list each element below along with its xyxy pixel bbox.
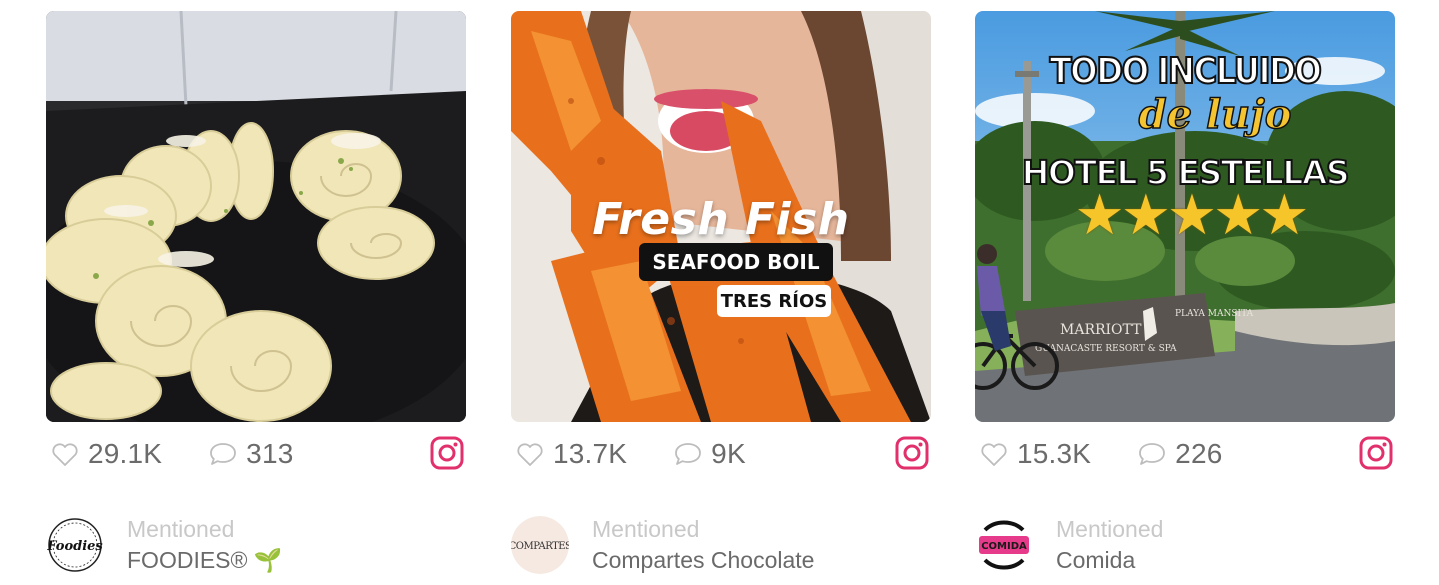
mention-text: Mentioned Compartes Chocolate — [592, 514, 814, 576]
instagram-icon[interactable] — [1359, 436, 1393, 470]
mentioned-label: Mentioned — [127, 516, 235, 542]
heart-outline-icon — [52, 443, 78, 466]
post-grid: 29.1K 313 Foodies Mentioned FOODIES® 🌱 F… — [0, 0, 1439, 585]
comments-stat[interactable]: 226 — [1133, 438, 1222, 470]
post-card[interactable]: 29.1K 313 Foodies Mentioned FOODIES® 🌱 — [46, 11, 466, 585]
account-name[interactable]: FOODIES® 🌱 — [127, 544, 283, 576]
svg-text:COMIDA: COMIDA — [981, 541, 1027, 552]
speech-bubble-icon — [1139, 443, 1166, 465]
post-card[interactable]: Fresh Fish SEAFOOD BOIL TRES RÍOS 13.7K … — [511, 11, 931, 585]
mention-row[interactable]: COMPARTES Mentioned Compartes Chocolate — [511, 514, 931, 576]
seafood-boil-tag: SEAFOOD BOIL — [639, 243, 833, 281]
heart-outline-icon — [981, 443, 1007, 466]
account-name[interactable]: Compartes Chocolate — [592, 544, 814, 576]
mentioned-label: Mentioned — [1056, 516, 1164, 542]
account-name[interactable]: Comida — [1056, 544, 1163, 576]
likes-stat[interactable]: 15.3K — [975, 438, 1091, 470]
svg-text:COMPARTES: COMPARTES — [511, 541, 569, 552]
post-thumbnail[interactable] — [46, 11, 466, 422]
mention-text: Mentioned Comida — [1056, 514, 1163, 576]
svg-text:MARRIOTT: MARRIOTT — [1060, 322, 1142, 338]
star-rating-overlay: ★★★★★ — [1074, 183, 1309, 248]
likes-count: 13.7K — [553, 438, 628, 469]
comments-stat[interactable]: 9K — [669, 438, 746, 470]
compartes-logo: COMPARTES — [511, 516, 569, 574]
headline-overlay: Fresh Fish — [592, 194, 850, 245]
svg-text:GUANACASTE RESORT & SPA: GUANACASTE RESORT & SPA — [1035, 344, 1177, 354]
post-thumbnail[interactable]: Fresh Fish SEAFOOD BOIL TRES RÍOS — [511, 11, 931, 422]
svg-text:Foodies: Foodies — [46, 539, 103, 554]
comida-logo: COMIDA — [975, 516, 1033, 574]
location-tag: TRES RÍOS — [717, 285, 831, 317]
post-stats: 15.3K 226 — [975, 436, 1395, 472]
tag-text: TRES RÍOS — [720, 290, 828, 312]
overlay-line-2: de lujo — [1138, 90, 1292, 139]
svg-text:PLAYA MANSITA: PLAYA MANSITA — [1175, 309, 1254, 319]
comments-count: 313 — [246, 438, 294, 469]
avatar[interactable]: COMIDA — [975, 516, 1033, 574]
pastry-rolls-image — [46, 11, 466, 422]
post-stats: 29.1K 313 — [46, 436, 466, 472]
post-thumbnail[interactable]: MARRIOTT GUANACASTE RESORT & SPA PLAYA M… — [975, 11, 1395, 422]
likes-count: 15.3K — [1017, 438, 1092, 469]
tag-text: SEAFOOD BOIL — [652, 250, 820, 274]
mention-row[interactable]: Foodies Mentioned FOODIES® 🌱 — [46, 514, 466, 576]
likes-stat[interactable]: 29.1K — [46, 438, 162, 470]
instagram-icon[interactable] — [895, 436, 929, 470]
likes-count: 29.1K — [88, 438, 163, 469]
comments-stat[interactable]: 313 — [204, 438, 293, 470]
comments-count: 226 — [1175, 438, 1223, 469]
mentioned-label: Mentioned — [592, 516, 700, 542]
mention-text: Mentioned FOODIES® 🌱 — [127, 514, 283, 576]
likes-stat[interactable]: 13.7K — [511, 438, 627, 470]
post-card[interactable]: MARRIOTT GUANACASTE RESORT & SPA PLAYA M… — [975, 11, 1395, 585]
avatar[interactable]: COMPARTES — [511, 516, 569, 574]
comments-count: 9K — [711, 438, 746, 469]
mention-row[interactable]: COMIDA Mentioned Comida — [975, 514, 1395, 576]
speech-bubble-icon — [675, 443, 702, 465]
overlay-line-1: TODO INCLUIDO — [1049, 50, 1323, 93]
heart-outline-icon — [517, 443, 543, 466]
avatar[interactable]: Foodies — [46, 516, 104, 574]
speech-bubble-icon — [210, 443, 237, 465]
instagram-icon[interactable] — [430, 436, 464, 470]
foodies-logo: Foodies — [46, 517, 103, 573]
post-stats: 13.7K 9K — [511, 436, 931, 472]
